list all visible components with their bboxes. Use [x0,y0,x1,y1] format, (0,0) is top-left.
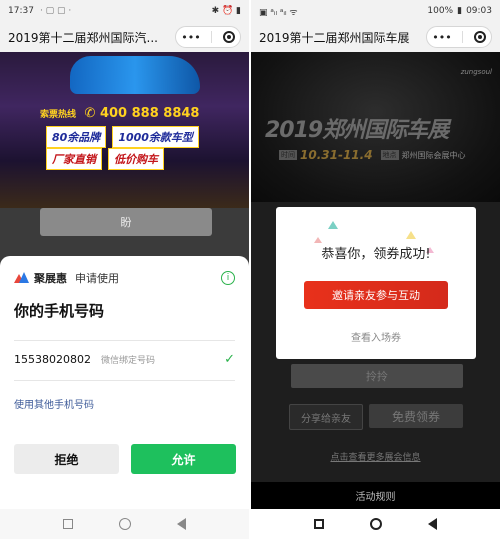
left-phone-screen: 17:37 · ▢ ▢ · ✱ ⏰ ▮ 2019第十二届郑州国际汽... •••… [0,0,249,539]
capsule-divider [211,31,213,43]
date-venue-bar: 时间 10.31-11.4 地点 郑州国际会展中心 [279,148,466,162]
home-icon[interactable] [370,518,382,530]
status-system-icons: ✱ ⏰ ▮ [211,6,241,16]
brand-logo: zungsoul [460,68,492,76]
hotline-label: 索票热线 [40,110,77,120]
page-title: 2019第十二届郑州国际汽... [8,30,158,45]
expo-banner: zungsoul 2019郑州国际车展 时间 10.31-11.4 地点 郑州国… [251,52,500,202]
expo-title: 2019郑州国际车展 [265,118,449,143]
home-icon[interactable] [119,518,131,530]
view-ticket-link[interactable]: 查看入场券 [276,329,476,344]
promo-brands: 80余品牌 [46,126,107,148]
deny-button[interactable]: 拒绝 [14,444,119,474]
more-icon[interactable]: ••• [181,31,200,44]
divider [14,380,235,381]
promo-row-1: 80余品牌 1000余款车型 [46,126,199,148]
close-target-icon[interactable] [473,31,486,43]
phone-note: 微信绑定号码 [100,356,155,366]
app-logo-icon [14,272,29,284]
android-nav-bar [0,509,249,539]
recent-apps-icon[interactable] [314,519,324,529]
promo-lowprice: 低价购车 [108,148,164,170]
promo-models: 1000余款车型 [112,126,199,148]
close-target-icon[interactable] [222,31,235,43]
divider [14,340,235,341]
allow-button[interactable]: 允许 [131,444,236,474]
status-signal-icons: ▣ ᵃᵢₗ ᵃᵢₗ ᯤ [259,7,298,18]
confetti-decoration [406,231,416,239]
hotline: 索票热线 ✆ 400 888 8848 [40,106,240,121]
sheet-title: 你的手机号码 [14,302,105,320]
free-ticket-button: 免费领券 [369,404,463,428]
mini-program-capsule: ••• [426,26,492,48]
activity-rules-link: 活动规则 [355,492,396,503]
android-nav-bar [251,509,500,539]
background-button: 盼 [40,208,212,236]
venue-tag: 地点 [380,150,399,160]
like-button: 拎拎 [291,364,463,388]
date-tag: 时间 [279,150,297,160]
invite-friends-button[interactable]: 邀请亲友参与互动 [304,281,448,309]
more-info-link: 点击查看更多展会信息 [330,453,421,463]
app-name: 聚展惠 [34,272,67,285]
phone-number: 15538020802 [14,353,91,366]
mini-program-capsule: ••• [175,26,241,48]
request-label: 申请使用 [75,272,119,285]
status-time: 09:03 [466,6,492,16]
phone-icon: ✆ [84,106,100,121]
phone-option[interactable]: 15538020802 微信绑定号码 ✓ [14,352,235,367]
status-time: 17:37 [8,6,34,16]
car-image [70,56,200,94]
dialog-title: 恭喜你，领券成功! [321,247,431,262]
expo-date: 10.31-11.4 [300,148,373,162]
phone-permission-sheet: 聚展惠 申请使用 i 你的手机号码 15538020802 微信绑定号码 ✓ 使… [0,256,249,509]
confetti-decoration [328,221,338,229]
hotline-number: 400 888 8848 [99,106,200,121]
battery-level: 100% [427,6,454,16]
status-notification-icons: · ▢ ▢ · [39,6,72,16]
mini-program-title-bar: 2019第十二届郑州国际汽... ••• [0,22,249,52]
status-bar: ▣ ᵃᵢₗ ᵃᵢₗ ᯤ 100% ▮ 09:03 [251,0,500,22]
promo-banner: 索票热线 ✆ 400 888 8848 80余品牌 1000余款车型 厂家直销 … [0,52,249,208]
right-phone-screen: ▣ ᵃᵢₗ ᵃᵢₗ ᯤ 100% ▮ 09:03 2019第十二届郑州国际车展 … [251,0,500,539]
mini-program-title-bar: 2019第十二届郑州国际车展 ••• [251,22,500,52]
status-bar: 17:37 · ▢ ▢ · ✱ ⏰ ▮ [0,0,249,22]
sheet-header: 聚展惠 申请使用 i [14,270,235,286]
battery-icon: ▮ [457,6,463,16]
capsule-divider [462,31,464,43]
expo-venue: 郑州国际会展中心 [401,150,466,160]
use-other-phone-link[interactable]: 使用其他手机号码 [14,396,94,411]
check-icon: ✓ [224,352,235,367]
back-icon[interactable] [177,518,186,530]
info-icon[interactable]: i [221,271,235,285]
promo-direct: 厂家直销 [46,148,102,170]
back-icon[interactable] [428,518,437,530]
more-icon[interactable]: ••• [432,31,451,44]
success-dialog: 恭喜你，领券成功! 邀请亲友参与互动 查看入场券 [276,207,476,359]
promo-row-2: 厂家直销 低价购车 [46,148,164,170]
share-button: 分享给亲友 [289,404,363,430]
recent-apps-icon[interactable] [63,519,73,529]
page-title: 2019第十二届郑州国际车展 [259,30,410,45]
